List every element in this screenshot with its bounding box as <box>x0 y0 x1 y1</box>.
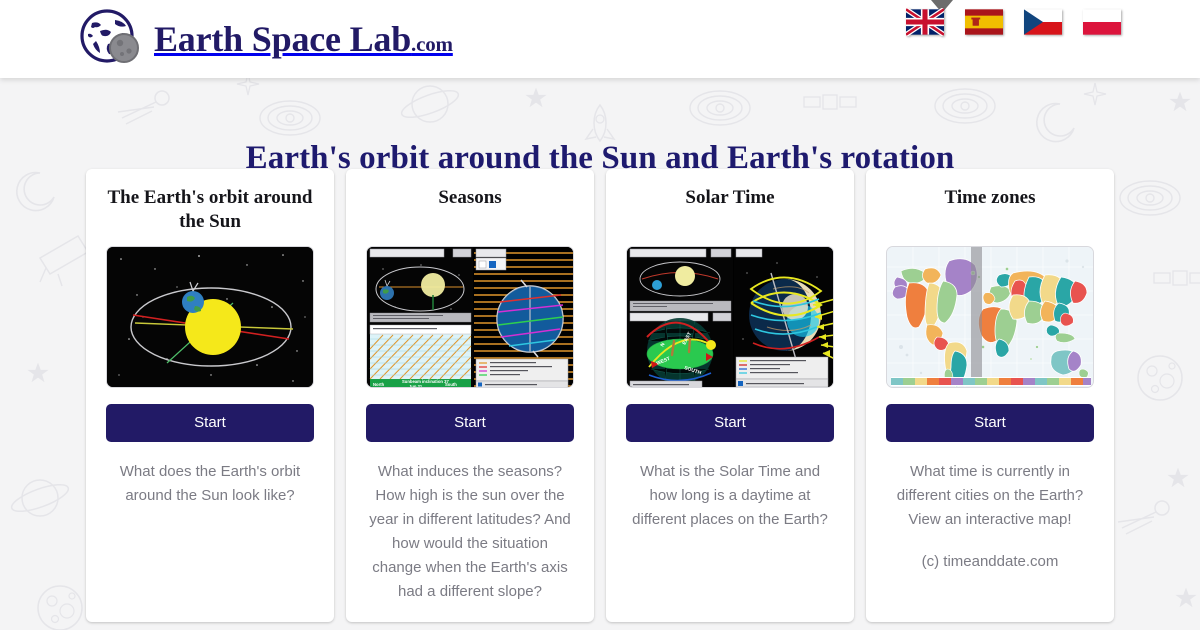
card-earth-orbit[interactable]: The Earth's orbit around the Sun Start W… <box>86 169 334 622</box>
brand-tld-text: .com <box>411 32 453 56</box>
card-title: Solar Time <box>685 187 775 208</box>
site-header: Earth Space Lab.com <box>0 0 1200 78</box>
brand-name: Earth Space Lab.com <box>154 18 453 60</box>
earth-moon-globe-icon <box>78 6 144 72</box>
card-credit: (c) timeanddate.com <box>921 552 1059 570</box>
card-solar-time[interactable]: Solar Time WEST SOUTH EAST N Start What … <box>606 169 854 622</box>
language-option-cs[interactable] <box>1024 8 1062 36</box>
language-option-pl[interactable] <box>1083 8 1121 36</box>
start-button[interactable]: Start <box>106 403 314 442</box>
svg-text:Jun 21: Jun 21 <box>409 384 423 388</box>
language-option-en[interactable] <box>906 8 944 36</box>
flag-spain-icon <box>965 9 1003 35</box>
solar-time-simulation-thumbnail[interactable]: WEST SOUTH EAST N <box>626 245 834 388</box>
flag-poland-icon <box>1083 9 1121 35</box>
card-title: The Earth's orbit around the Sun <box>107 187 313 232</box>
card-seasons[interactable]: Seasons North South Sunbeam inclination … <box>346 169 594 622</box>
card-description: What induces the seasons? How high is th… <box>369 462 571 600</box>
card-title: Time zones <box>944 187 1036 208</box>
card-description: What time is currently in different citi… <box>896 462 1084 528</box>
start-button[interactable]: Start <box>366 403 574 442</box>
brand-name-text: Earth Space Lab <box>154 19 412 59</box>
flag-czech-republic-icon <box>1024 9 1062 35</box>
card-time-zones[interactable]: Time zones Start What time is currently … <box>866 169 1114 622</box>
simulation-card-grid: The Earth's orbit around the Sun Start W… <box>86 169 1114 622</box>
card-title: Seasons <box>438 187 502 208</box>
card-description: What does the Earth's orbit around the S… <box>119 462 301 504</box>
site-logo-link[interactable]: Earth Space Lab.com <box>78 6 453 72</box>
card-description: What is the Solar Time and how long is a… <box>632 462 828 528</box>
world-time-zones-map-thumbnail[interactable] <box>886 245 1094 388</box>
earth-orbit-around-sun-thumbnail[interactable] <box>106 245 314 388</box>
seasons-simulation-thumbnail[interactable]: North South Sunbeam inclination 37 Jun 2… <box>366 245 574 388</box>
flag-united-kingdom-icon <box>906 8 944 36</box>
start-button[interactable]: Start <box>626 403 834 442</box>
language-option-es[interactable] <box>965 8 1003 36</box>
start-button[interactable]: Start <box>886 403 1094 442</box>
language-switcher <box>906 8 1121 36</box>
svg-text:North: North <box>373 382 385 387</box>
